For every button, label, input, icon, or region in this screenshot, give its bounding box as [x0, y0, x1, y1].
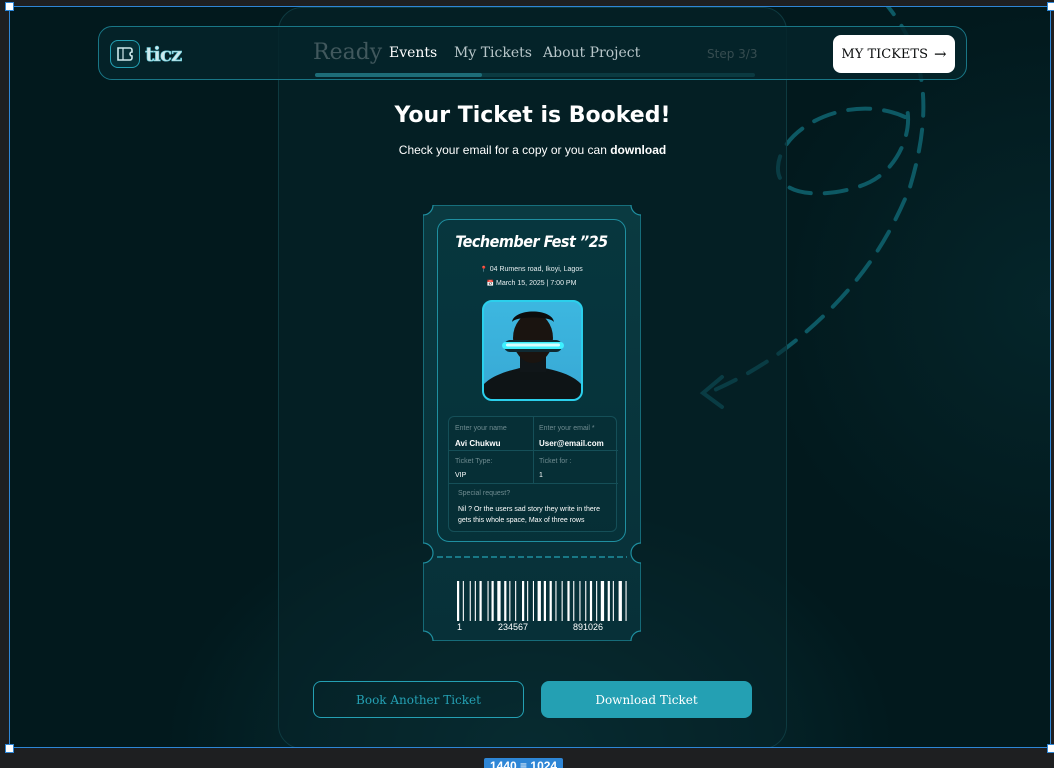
barcode-bar — [497, 581, 501, 621]
location-pin-icon: 📍 — [480, 267, 488, 273]
ticket-type-value: VIP — [455, 472, 467, 479]
ticket-for-value: 1 — [539, 472, 543, 479]
barcode-bar — [469, 581, 471, 621]
email-value: User@email.com — [539, 439, 604, 448]
calendar-icon: 📅 — [486, 281, 495, 287]
ticket-inner-panel: Techember Fest ”25 📍 04 Rumens road, Iko… — [437, 219, 626, 542]
resize-handle-bottom-right[interactable] — [1047, 744, 1054, 753]
my-tickets-button[interactable]: MY TICKETS → — [833, 35, 955, 73]
barcode-bar — [567, 581, 570, 621]
barcode-bar — [600, 581, 605, 621]
ticket: Techember Fest ”25 📍 04 Rumens road, Iko… — [423, 205, 641, 641]
nav-link-events[interactable]: Events — [389, 45, 437, 61]
my-tickets-button-label: MY TICKETS — [841, 46, 928, 62]
page-frame: ticz Ready Step 3/3 Events My Tickets Ab… — [9, 6, 1051, 748]
barcode-bar — [537, 581, 541, 621]
barcode-bar — [504, 581, 507, 621]
download-link[interactable]: download — [610, 143, 666, 157]
special-request-label: Special request? — [458, 490, 511, 497]
nav-link-my-tickets[interactable]: My Tickets — [454, 45, 532, 61]
person-avatar-icon — [484, 311, 581, 399]
barcode-bar — [573, 581, 575, 621]
ghost-progress-fill — [315, 73, 483, 77]
barcode-bar — [474, 581, 476, 621]
barcode-bar — [457, 581, 460, 621]
barcode — [457, 581, 627, 621]
barcode-bar — [462, 581, 464, 621]
ghost-step-counter: Step 3/3 — [707, 47, 758, 61]
ghost-step-heading: Ready — [313, 40, 383, 65]
resize-handle-top-left[interactable] — [5, 2, 14, 11]
book-another-ticket-button[interactable]: Book Another Ticket — [313, 681, 524, 718]
barcode-bar — [509, 581, 511, 621]
attendee-photo — [482, 300, 583, 401]
barcode-bar — [596, 581, 598, 621]
barcode-bar — [625, 581, 627, 621]
page-title: Your Ticket is Booked! — [394, 103, 671, 128]
barcode-bar — [491, 581, 494, 621]
design-canvas: ticz Ready Step 3/3 Events My Tickets Ab… — [0, 0, 1054, 768]
special-request-value: Nil ? Or the users sad story they write … — [458, 506, 600, 524]
email-label: Enter your email * — [539, 425, 595, 432]
barcode-number-2: 234567 — [498, 622, 529, 632]
name-label: Enter your name — [455, 425, 507, 432]
subtitle-text: Check your email for a copy or you can — [398, 143, 611, 157]
event-date: 📅 March 15, 2025 | 7:00 PM — [438, 280, 625, 287]
download-ticket-button[interactable]: Download Ticket — [541, 681, 752, 718]
page-subtitle: Check your email for a copy or you can d… — [278, 143, 787, 157]
barcode-bar — [543, 581, 546, 621]
logo-text[interactable]: ticz — [145, 42, 183, 67]
ticket-details-grid: Enter your name Avi Chukwu Enter your em… — [448, 416, 618, 532]
barcode-number-3: 891026 — [573, 622, 604, 632]
barcode-bar — [579, 581, 581, 621]
event-location: 📍 04 Rumens road, Ikoyi, Lagos — [438, 266, 625, 273]
logo-icon[interactable] — [110, 40, 140, 68]
barcode-bar — [532, 581, 534, 621]
frame-width-label: 1440 — [490, 759, 517, 768]
barcode-bar — [607, 581, 610, 621]
event-name: Techember Fest ”25 — [455, 232, 608, 251]
barcode-bar — [522, 581, 525, 621]
barcode-bar — [487, 581, 489, 621]
ticket-for-label: Ticket for : — [539, 458, 572, 465]
ticket-type-label: Ticket Type: — [455, 458, 493, 465]
event-date-text: March 15, 2025 | 7:00 PM — [496, 280, 577, 287]
top-navigation: ticz Ready Step 3/3 Events My Tickets Ab… — [98, 26, 967, 80]
nav-link-about-project[interactable]: About Project — [543, 45, 640, 61]
frame-height-label: 1024 — [530, 759, 558, 768]
resize-handle-top-right[interactable] — [1047, 2, 1054, 11]
arrow-right-icon: → — [933, 45, 947, 63]
frame-size-badge: 1440 ≡ 1024 — [484, 758, 564, 768]
ghost-progress-bar — [315, 73, 755, 77]
barcode-bar — [618, 581, 622, 621]
barcode-bar — [549, 581, 552, 621]
equals-icon: ≡ — [520, 759, 528, 768]
barcode-bar — [515, 581, 517, 621]
barcode-number-1: 1 — [457, 622, 463, 632]
barcode-bar — [585, 581, 587, 621]
barcode-bar — [589, 581, 593, 621]
barcode-bar — [612, 581, 614, 621]
barcode-bar — [527, 581, 529, 621]
barcode-bar — [555, 581, 557, 621]
event-location-text: 04 Rumens road, Ikoyi, Lagos — [489, 266, 583, 273]
barcode-bar — [561, 581, 563, 621]
resize-handle-bottom-left[interactable] — [5, 744, 14, 753]
barcode-bar — [479, 581, 482, 621]
name-value: Avi Chukwu — [455, 439, 501, 448]
